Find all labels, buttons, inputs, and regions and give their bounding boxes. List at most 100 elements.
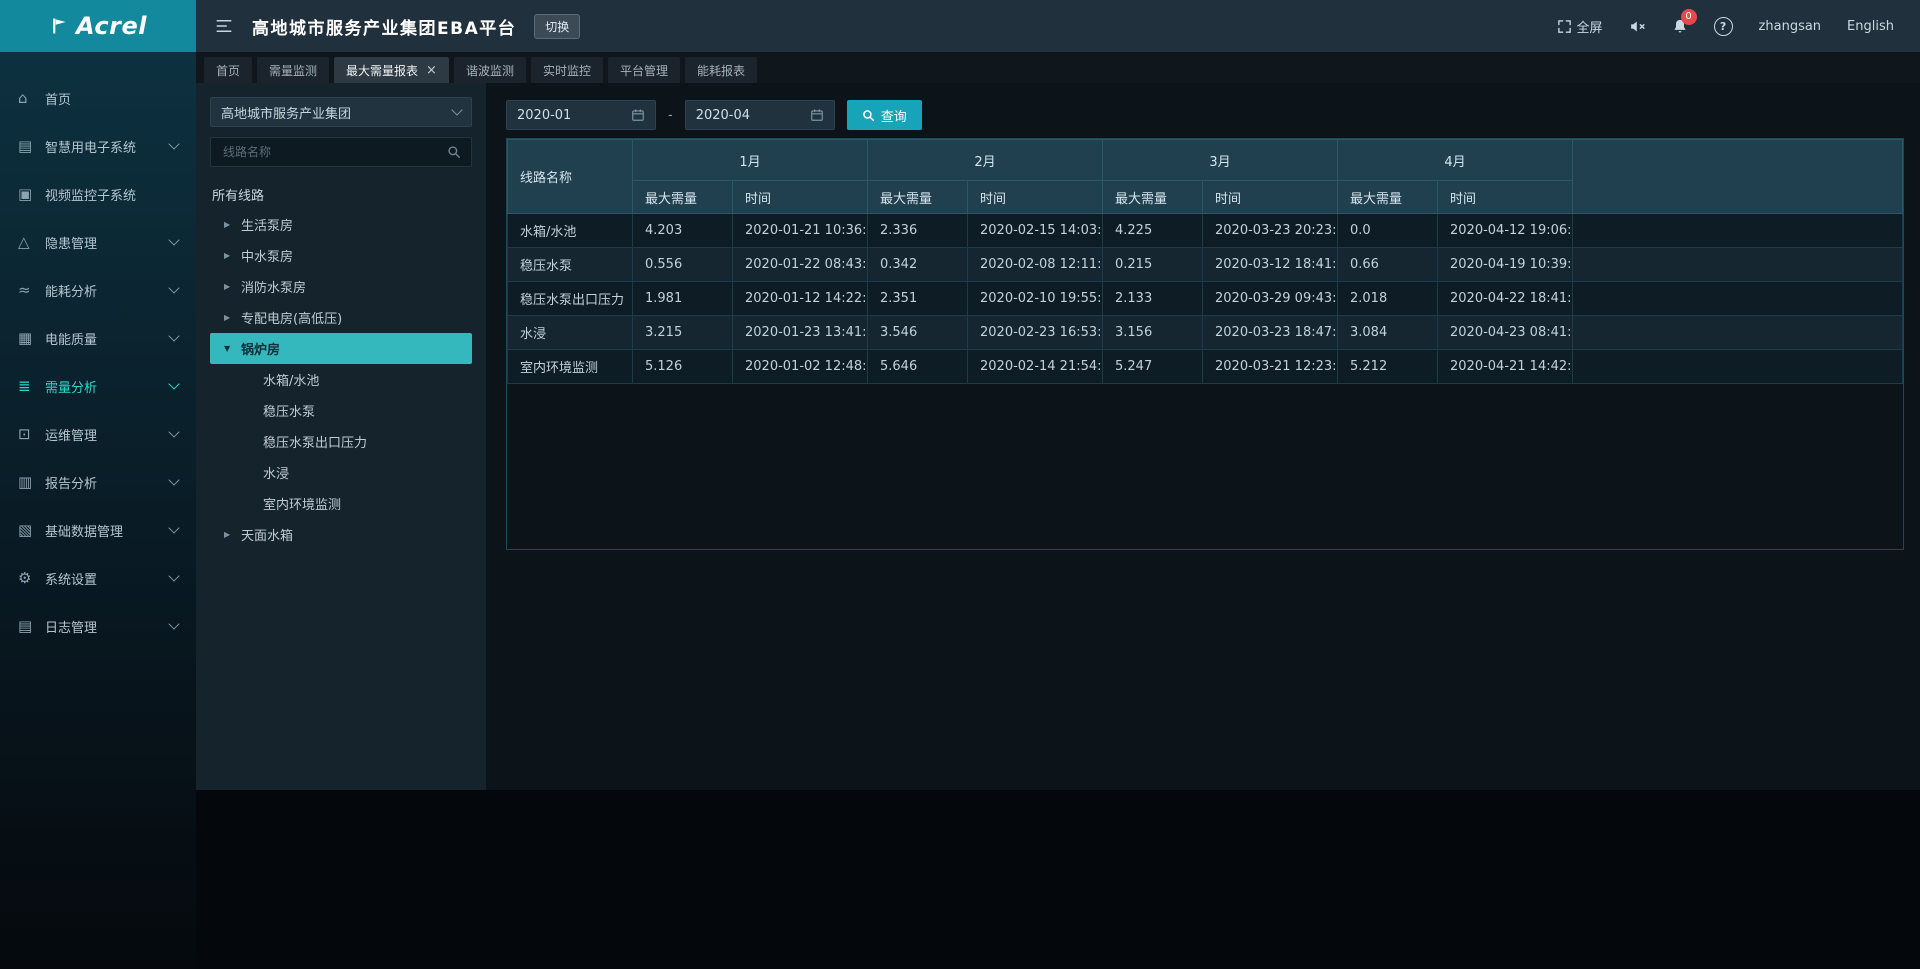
tab-energy-report[interactable]: 能耗报表	[685, 57, 757, 83]
fullscreen-icon	[1557, 19, 1572, 34]
cell-filler	[1573, 214, 1903, 248]
mute-button[interactable]	[1629, 18, 1646, 35]
cell-time: 2020-04-12 19:06:00	[1438, 214, 1573, 248]
chevron-down-icon	[168, 138, 179, 149]
cell-time: 2020-04-19 10:39:00	[1438, 248, 1573, 282]
switch-button[interactable]: 切换	[534, 14, 580, 39]
sidebar-item-smart-power-system[interactable]: ▤智慧用电子系统	[0, 122, 196, 170]
chevron-down-icon	[168, 474, 179, 485]
tree-node-fire-pump-room[interactable]: ▶消防水泵房	[210, 271, 472, 302]
username[interactable]: zhangsan	[1759, 19, 1822, 34]
acrel-logo: Acrel	[0, 0, 196, 52]
col-group-month-3: 3月	[1103, 140, 1338, 181]
tab-realtime-monitoring[interactable]: 实时监控	[531, 57, 603, 83]
cell-time: 2020-01-12 14:22:00	[733, 282, 868, 316]
tree-node-water-leak[interactable]: 水浸	[210, 457, 472, 488]
tree-node-life-pump-room[interactable]: ▶生活泵房	[210, 209, 472, 240]
cell-filler	[1573, 316, 1903, 350]
tree-node-power-room-hv-lv[interactable]: ▶专配电房(高低压)	[210, 302, 472, 333]
tree-node-pressure-stabilizing-pump[interactable]: 稳压水泵	[210, 395, 472, 426]
sidebar-item-label: 视频监控子系统	[45, 185, 178, 204]
close-icon[interactable]: ×	[426, 64, 437, 77]
tree-node-water-tank-pool[interactable]: 水箱/水池	[210, 364, 472, 395]
table-row: 室内环境监测5.1262020-01-02 12:48:005.6462020-…	[508, 350, 1903, 384]
tree-node-label: 天面水箱	[241, 525, 293, 544]
tree-root-all-lines[interactable]: 所有线路	[210, 179, 472, 209]
tab-harmonic-monitoring[interactable]: 谐波监测	[454, 57, 526, 83]
chevron-down-icon	[168, 330, 179, 341]
line-search-input[interactable]	[221, 144, 447, 160]
sidebar-item-label: 智慧用电子系统	[45, 137, 170, 156]
ops-box-icon: ⊡	[18, 425, 45, 443]
tree-node-boiler-room[interactable]: ▼锅炉房	[210, 333, 472, 364]
sidebar-item-system-settings[interactable]: ⚙系统设置	[0, 554, 196, 602]
cell-max-demand: 4.203	[633, 214, 733, 248]
org-select-value: 高地城市服务产业集团	[221, 103, 351, 122]
tree-node-label: 消防水泵房	[241, 277, 306, 296]
tab-platform-mgmt[interactable]: 平台管理	[608, 57, 680, 83]
sidebar-item-log-mgmt[interactable]: ▤日志管理	[0, 602, 196, 650]
tree-node-label: 稳压水泵出口压力	[263, 432, 367, 451]
notification-badge: 0	[1681, 9, 1697, 25]
cell-time: 2020-04-21 14:42:00	[1438, 350, 1573, 384]
tab-label: 平台管理	[620, 62, 668, 79]
line-search	[210, 137, 472, 167]
fullscreen-button[interactable]: 全屏	[1557, 17, 1603, 36]
sidebar-item-base-data-mgmt[interactable]: ▧基础数据管理	[0, 506, 196, 554]
cell-time: 2020-01-22 08:43:00	[733, 248, 868, 282]
cell-max-demand: 5.247	[1103, 350, 1203, 384]
org-select[interactable]: 高地城市服务产业集团	[210, 97, 472, 127]
log-icon: ▤	[18, 617, 45, 635]
sidebar-item-video-monitor-system[interactable]: ▣视频监控子系统	[0, 170, 196, 218]
list-icon: ≣	[18, 377, 45, 395]
tab-demand-monitoring[interactable]: 需量监测	[257, 57, 329, 83]
sidebar-item-ops-mgmt[interactable]: ⊡运维管理	[0, 410, 196, 458]
cell-time: 2020-01-23 13:41:00	[733, 316, 868, 350]
end-date-input[interactable]: 2020-04	[685, 100, 835, 130]
tree-node-roof-water-tank[interactable]: ▶天面水箱	[210, 519, 472, 550]
tree-node-pressure-pump-outlet-pressure[interactable]: 稳压水泵出口压力	[210, 426, 472, 457]
cell-line-name: 室内环境监测	[508, 350, 633, 384]
help-button[interactable]: ?	[1714, 17, 1733, 36]
sidebar-item-report-analysis[interactable]: ▥报告分析	[0, 458, 196, 506]
tab-home[interactable]: 首页	[204, 57, 252, 83]
warning-triangle-icon: △	[18, 233, 45, 251]
table-row: 稳压水泵0.5562020-01-22 08:43:000.3422020-02…	[508, 248, 1903, 282]
chevron-down-icon	[451, 104, 462, 115]
sidebar-item-home[interactable]: ⌂首页	[0, 74, 196, 122]
cell-time: 2020-03-23 18:47:00	[1203, 316, 1338, 350]
sidebar-item-demand-analysis[interactable]: ≣需量分析	[0, 362, 196, 410]
acrel-logo-icon	[49, 16, 69, 36]
app-root: Acrel 高地城市服务产业集团EBA平台 切换 全屏	[0, 0, 1920, 969]
sidebar-item-hazard-mgmt[interactable]: △隐患管理	[0, 218, 196, 266]
header-filler	[1573, 140, 1903, 214]
col-header-max-demand: 最大需量	[1338, 181, 1438, 214]
cell-time: 2020-03-29 09:43:00	[1203, 282, 1338, 316]
menu-collapse-icon[interactable]	[214, 17, 234, 35]
cell-max-demand: 5.212	[1338, 350, 1438, 384]
header-main: 高地城市服务产业集团EBA平台 切换 全屏	[196, 0, 1920, 52]
search-icon	[862, 109, 875, 122]
logo-text: Acrel	[76, 12, 147, 40]
cell-time: 2020-02-23 16:53:00	[968, 316, 1103, 350]
sidebar-item-energy-analysis[interactable]: ≈能耗分析	[0, 266, 196, 314]
content-area: 首页需量监测最大需量报表 × 谐波监测实时监控平台管理能耗报表 高地城市服务产业集团…	[196, 52, 1920, 969]
col-header-max-demand: 最大需量	[633, 181, 733, 214]
col-header-time: 时间	[1438, 181, 1573, 214]
cell-max-demand: 0.342	[868, 248, 968, 282]
cell-time: 2020-02-08 12:11:00	[968, 248, 1103, 282]
cell-max-demand: 2.018	[1338, 282, 1438, 316]
tree-node-reclaimed-water-pump-room[interactable]: ▶中水泵房	[210, 240, 472, 271]
line-tree-panel: 高地城市服务产业集团 所有线路 ▶生活泵房▶中水泵房▶消防水泵房▶专配电房(高低…	[196, 83, 486, 790]
query-button[interactable]: 查询	[847, 100, 922, 130]
sidebar-item-power-quality[interactable]: ▦电能质量	[0, 314, 196, 362]
start-date-input[interactable]: 2020-01	[506, 100, 656, 130]
tab-max-demand-report[interactable]: 最大需量报表 ×	[334, 57, 449, 83]
home-icon: ⌂	[18, 89, 45, 107]
notifications-button[interactable]: 0	[1672, 18, 1688, 35]
tab-label: 最大需量报表	[346, 62, 418, 79]
tree-node-indoor-env-monitoring[interactable]: 室内环境监测	[210, 488, 472, 519]
cell-max-demand: 3.215	[633, 316, 733, 350]
sidebar-item-label: 电能质量	[45, 329, 170, 348]
language-switch[interactable]: English	[1847, 19, 1894, 34]
